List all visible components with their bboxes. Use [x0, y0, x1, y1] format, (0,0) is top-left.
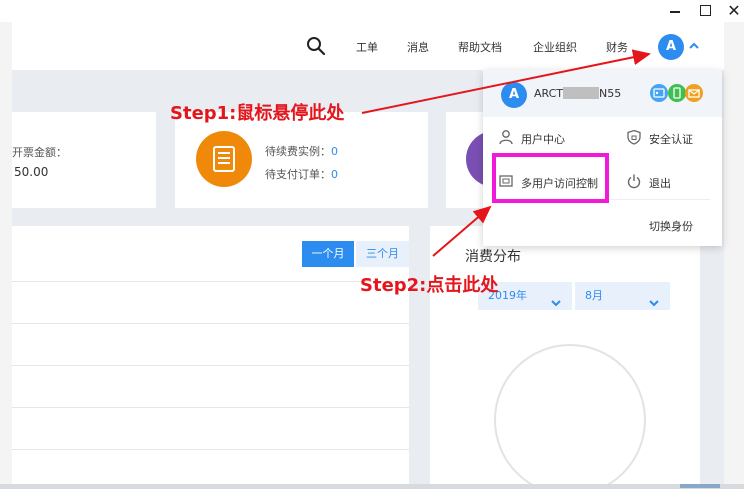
pending-payment-row: 待支付订单：0: [265, 166, 338, 182]
invoice-amount-card: 开票金额： 50.00: [12, 112, 156, 208]
horizontal-scrollbar-track: [0, 484, 744, 489]
step2-annotation: Step2:点击此处: [360, 275, 499, 296]
click-target-highlight: [492, 153, 609, 203]
shield-icon: [626, 129, 642, 145]
pending-items-card: 待续费实例：0 待支付订单：0: [175, 112, 428, 208]
month-select[interactable]: 8月: [575, 282, 670, 310]
step1-annotation: Step1:鼠标悬停此处: [170, 103, 345, 124]
invoice-amount-value: 50.00: [14, 165, 49, 179]
chevron-down-icon: [550, 291, 562, 307]
horizontal-scrollbar-thumb[interactable]: [680, 484, 720, 488]
nav-item-messages[interactable]: 消息: [407, 39, 429, 55]
menu-item-logout[interactable]: 退出: [649, 175, 671, 191]
tab-three-months[interactable]: 三个月: [356, 241, 409, 267]
nav-item-finance[interactable]: 财务: [606, 39, 628, 55]
menu-item-switch-identity[interactable]: 切换身份: [649, 218, 693, 234]
redaction-mask: [563, 87, 600, 99]
app-frame-left: [0, 22, 12, 489]
invoice-amount-label: 开票金额：: [12, 146, 67, 159]
grid-line: [12, 449, 409, 450]
pending-renewal-row: 待续费实例：0: [265, 143, 338, 159]
pending-renewal-label: 待续费实例：: [265, 145, 331, 158]
dropdown-avatar: A: [501, 82, 527, 108]
maximize-icon[interactable]: [696, 2, 716, 20]
grid-line: [12, 407, 409, 408]
window-title-bar: ✕: [0, 0, 744, 22]
id-card-icon[interactable]: [650, 84, 668, 102]
grid-line: [12, 365, 409, 366]
month-select-value: 8月: [585, 289, 603, 302]
pending-renewal-count[interactable]: 0: [331, 145, 338, 158]
power-icon: [626, 173, 642, 189]
chevron-up-icon[interactable]: [688, 40, 700, 50]
phone-icon[interactable]: [668, 84, 686, 102]
app-frame-right: [724, 22, 744, 489]
spending-distribution-title: 消费分布: [465, 249, 521, 265]
spending-distribution-panel: 消费分布 2019年 8月: [430, 226, 700, 489]
user-avatar-button[interactable]: A: [658, 34, 684, 60]
menu-item-security[interactable]: 安全认证: [649, 131, 693, 147]
menu-item-user-center[interactable]: 用户中心: [521, 131, 565, 147]
close-icon[interactable]: ✕: [724, 2, 744, 20]
account-name: ARCT N55: [534, 87, 621, 100]
account-name-suffix: N55: [599, 87, 622, 100]
donut-chart-ring: [494, 344, 646, 489]
main-chart-panel: 一个月 三个月: [12, 226, 409, 484]
minimize-icon[interactable]: [666, 2, 686, 20]
grid-line: [12, 323, 409, 324]
pending-payment-count[interactable]: 0: [331, 168, 338, 181]
nav-item-tickets[interactable]: 工单: [356, 39, 378, 55]
user-icon: [498, 129, 514, 145]
pending-payment-label: 待支付订单：: [265, 168, 331, 181]
partial-card: [446, 112, 522, 208]
nav-item-organization[interactable]: 企业组织: [533, 39, 577, 55]
search-icon[interactable]: [306, 36, 326, 56]
grid-line: [12, 281, 409, 282]
dropdown-account-header: A ARCT N55: [483, 70, 722, 117]
nav-item-help-docs[interactable]: 帮助文档: [458, 39, 502, 55]
account-name-prefix: ARCT: [534, 87, 564, 100]
top-navigation: 工单 消息 帮助文档 企业组织 财务 A: [12, 22, 724, 70]
chevron-down-icon: [648, 291, 660, 307]
mail-icon[interactable]: [685, 84, 703, 102]
tab-one-month[interactable]: 一个月: [302, 241, 354, 267]
document-list-icon: [196, 131, 252, 187]
